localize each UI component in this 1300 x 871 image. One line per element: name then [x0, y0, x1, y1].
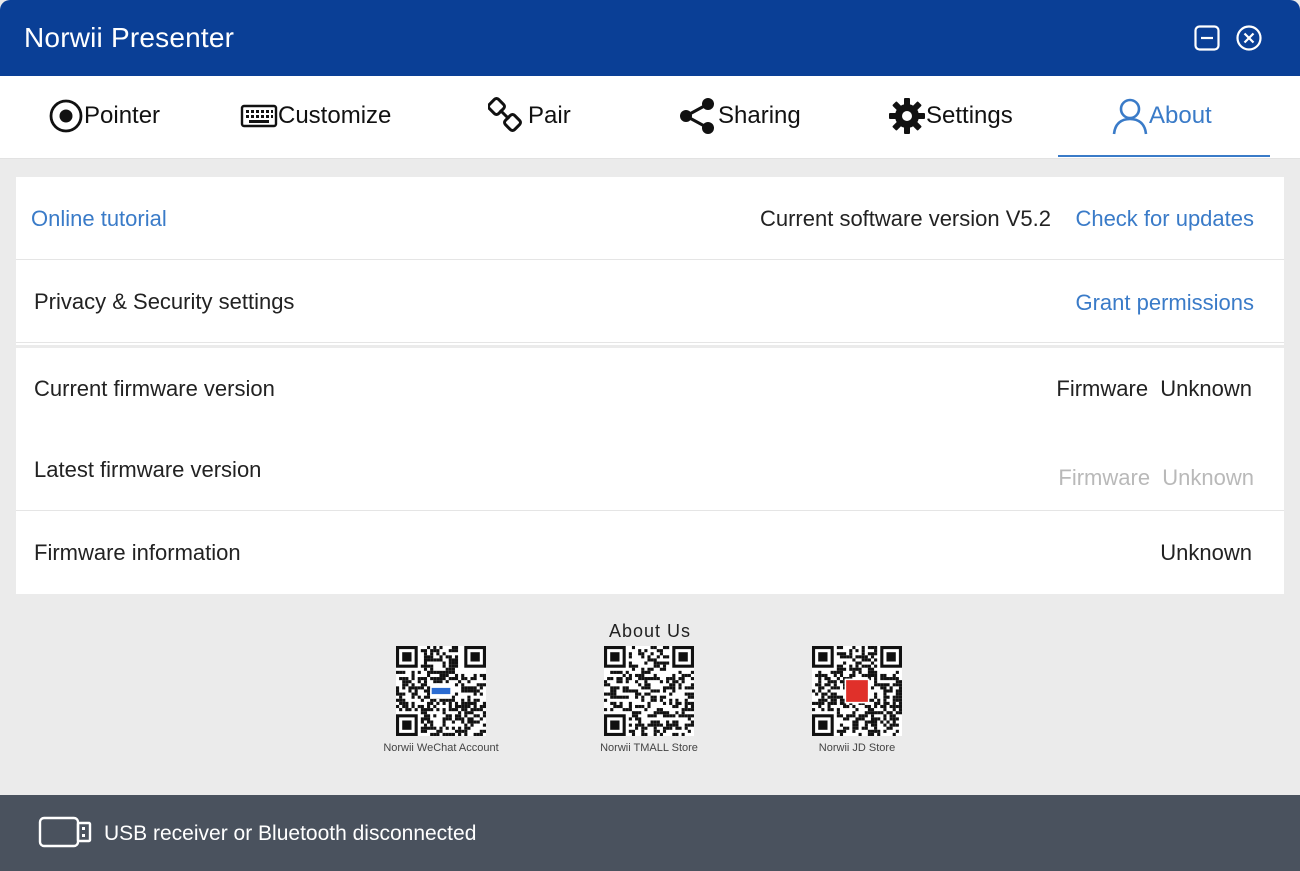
- latest-firmware-row: Latest firmware version Firmware Unknown: [16, 428, 1284, 511]
- title-bar: Norwii Presenter: [0, 0, 1300, 76]
- current-firmware-value: Firmware Unknown: [1056, 376, 1252, 401]
- qr-caption: Norwii WeChat Account: [383, 742, 499, 754]
- user-icon: [1112, 98, 1148, 135]
- pointer-icon: [49, 99, 83, 133]
- minimize-icon: [1194, 25, 1220, 51]
- close-icon: [1236, 25, 1262, 51]
- close-button[interactable]: [1235, 24, 1263, 52]
- online-tutorial-link[interactable]: Online tutorial: [31, 206, 167, 232]
- privacy-row: Privacy & Security settings Grant permis…: [16, 260, 1284, 343]
- tab-settings[interactable]: Settings: [888, 76, 1013, 156]
- tab-customize[interactable]: Customize: [240, 76, 391, 156]
- usb-icon: [38, 816, 92, 848]
- share-icon: [680, 98, 714, 134]
- wechat-qr-image: [396, 646, 486, 736]
- link-icon: [488, 97, 522, 132]
- app-title: Norwii Presenter: [24, 22, 235, 53]
- qr-caption: Norwii JD Store: [818, 742, 896, 754]
- tab-about[interactable]: About: [1111, 76, 1212, 156]
- connection-status-text: USB receiver or Bluetooth disconnected: [104, 822, 477, 845]
- software-version-text: Current software version V5.2: [759, 206, 1051, 231]
- current-firmware-label: Current firmware version: [34, 376, 275, 401]
- tab-label: Sharing: [718, 102, 801, 129]
- qr-jd: Norwii JD Store: [787, 646, 927, 754]
- latest-firmware-label: Latest firmware version: [34, 457, 262, 482]
- qr-code-icon: [396, 646, 486, 736]
- tab-label: Settings: [926, 102, 1013, 129]
- qr-tmall: Norwii TMALL Store: [579, 646, 719, 754]
- firmware-info-row: Firmware information Unknown: [16, 511, 1284, 593]
- qr-caption: Norwii TMALL Store: [600, 742, 698, 754]
- check-updates-link[interactable]: Check for updates: [1075, 206, 1254, 232]
- current-firmware-row: Current firmware version Firmware Unknow…: [16, 345, 1284, 431]
- tutorial-row: Online tutorial Current software version…: [16, 177, 1284, 260]
- jd-qr-image: [812, 646, 902, 736]
- about-us-title: About Us: [608, 621, 692, 641]
- tab-pair[interactable]: Pair: [488, 76, 571, 156]
- qr-code-icon: [604, 646, 694, 736]
- active-tab-indicator: [1058, 155, 1270, 157]
- qr-wechat: Norwii WeChat Account: [371, 646, 511, 754]
- minimize-button[interactable]: [1193, 24, 1221, 52]
- tab-pointer[interactable]: Pointer: [48, 76, 160, 156]
- firmware-info-value: Unknown: [1160, 540, 1252, 565]
- status-bar: USB receiver or Bluetooth disconnected: [0, 795, 1300, 871]
- tab-label: Customize: [278, 102, 392, 129]
- gear-icon: [889, 98, 925, 134]
- tab-label: Pointer: [84, 102, 161, 129]
- tab-label: Pair: [528, 102, 571, 129]
- tmall-qr-image: [604, 646, 694, 736]
- privacy-label: Privacy & Security settings: [34, 289, 295, 314]
- grant-permissions-link[interactable]: Grant permissions: [1075, 290, 1254, 316]
- about-panel: Online tutorial Current software version…: [16, 177, 1284, 594]
- tab-bar: Pointer Customize Pair Sharing Settings …: [0, 76, 1300, 159]
- firmware-info-label: Firmware information: [34, 540, 241, 565]
- qr-code-icon: [812, 646, 902, 736]
- keyboard-icon: [240, 104, 278, 128]
- latest-firmware-value: Firmware Unknown: [1058, 465, 1254, 490]
- tab-label: About: [1149, 102, 1212, 129]
- tab-sharing[interactable]: Sharing: [678, 76, 801, 156]
